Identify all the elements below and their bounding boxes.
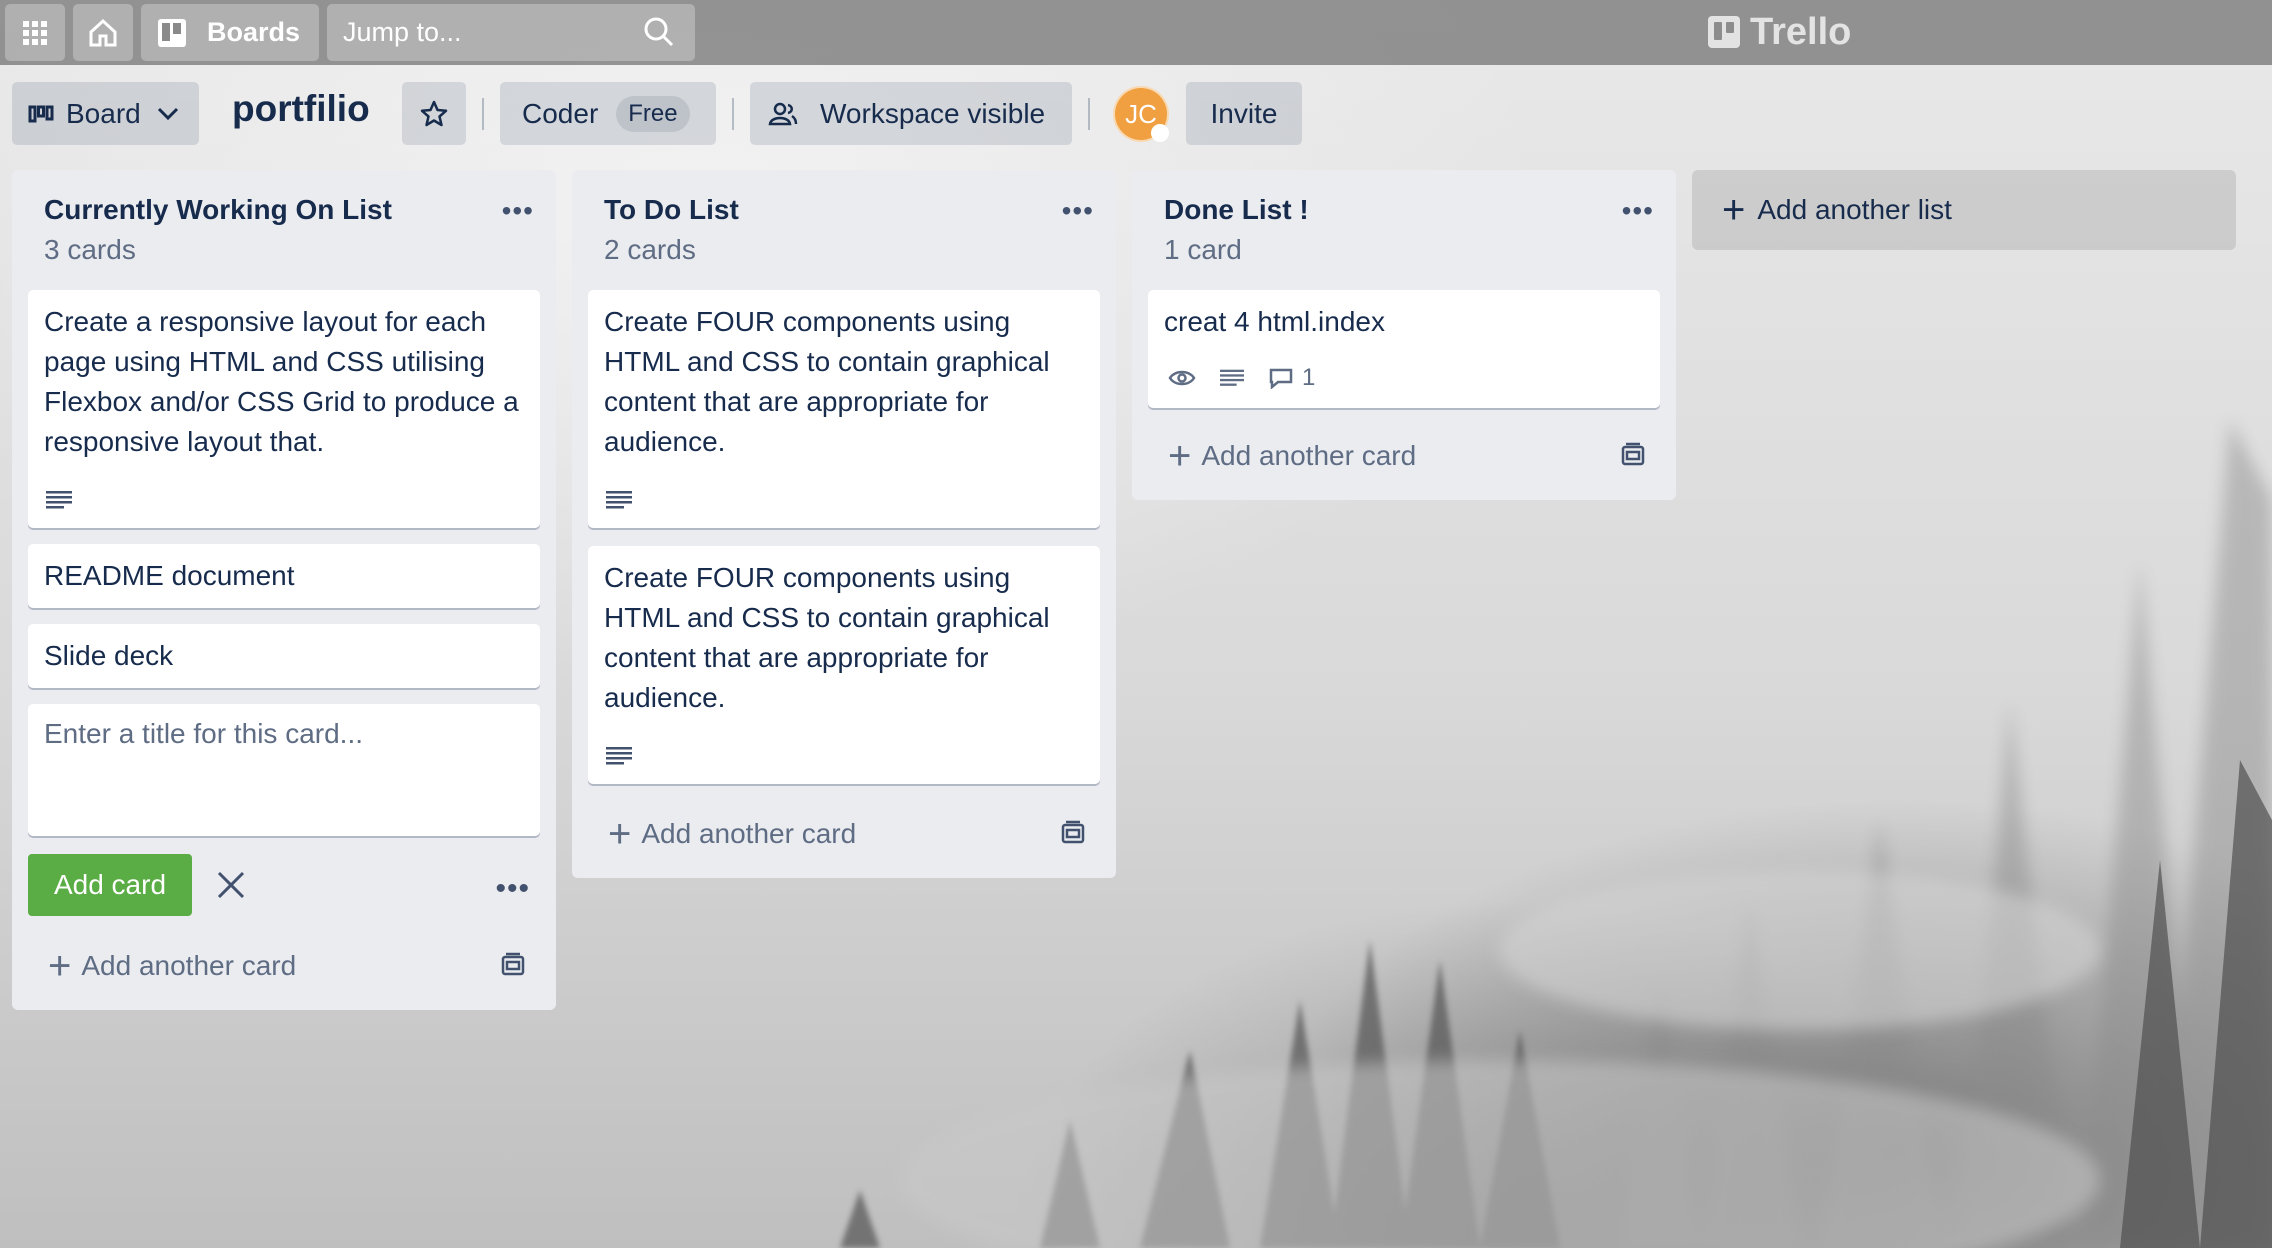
board-title[interactable]: portfilio [232,88,370,130]
plus-icon: + [1168,434,1192,478]
add-another-card-button[interactable]: + Add another card [48,944,297,988]
close-icon[interactable] [216,870,246,900]
workspace-button[interactable]: Coder Free [500,82,716,145]
avatar-initials: JC [1125,98,1157,129]
plus-icon: + [608,812,632,856]
card-title: README document [44,560,295,591]
list-card-count: 1 card [1164,234,1242,265]
list-title[interactable]: Currently Working On List [44,194,392,226]
comment-count: 1 [1302,364,1316,391]
list-to-do: To Do List 2 cards ••• Create FOUR compo… [572,170,1116,878]
card-title-input[interactable] [28,704,540,836]
visibility-label: Workspace visible [820,97,1046,129]
add-card-button[interactable]: Add card [28,854,192,916]
card-title: Create FOUR components using HTML and CS… [604,306,1050,457]
trello-logo-icon [1708,16,1740,48]
apps-grid-icon [23,20,47,45]
card-template-icon[interactable] [1060,820,1086,846]
add-another-card-button[interactable]: + Add another card [608,812,857,856]
header-divider [482,98,484,130]
list-done: Done List ! 1 card ••• creat 4 html.inde… [1132,170,1676,500]
more-icon[interactable]: ••• [1622,197,1654,225]
invite-button[interactable]: Invite [1186,82,1302,145]
workspace-name: Coder [522,97,599,129]
admin-badge-icon [1151,124,1169,142]
board-view-label: Board [66,97,141,129]
list-card-count: 2 cards [604,234,696,265]
card-title: Slide deck [44,640,174,671]
board-view-switcher[interactable]: Board [12,82,199,145]
card-template-icon[interactable] [1620,442,1646,468]
boards-button[interactable]: Boards [141,4,319,61]
add-another-list-label: Add another list [1757,194,1952,225]
list-card[interactable]: README document [28,544,540,608]
list-card-count: 3 cards [44,234,136,265]
star-icon [420,100,448,126]
list-card[interactable]: Create a responsive layout for each page… [28,290,540,528]
list-card[interactable]: creat 4 html.index 1 [1148,290,1660,408]
invite-label: Invite [1210,97,1278,129]
comment-badge: 1 [1268,358,1315,398]
card-composer[interactable] [28,704,540,836]
add-card-label: Add card [53,869,167,900]
description-icon [606,747,632,765]
more-icon[interactable]: ••• [1062,197,1094,225]
member-avatar[interactable]: JC [1113,86,1169,142]
global-header: Boards Trello [0,0,2272,65]
card-badges: 1 [1168,358,1339,398]
visibility-button[interactable]: Workspace visible [750,82,1072,145]
card-title: Create a responsive layout for each page… [44,306,519,457]
search-input[interactable] [343,17,633,48]
home-icon [89,18,117,46]
plus-icon: + [1722,188,1746,232]
more-icon[interactable]: ••• [495,874,530,904]
boards-icon [158,18,186,47]
trello-logo[interactable]: Trello [1708,6,1851,58]
comment-icon [1269,368,1293,389]
description-icon [1220,369,1244,386]
brand-name: Trello [1750,10,1852,53]
header-divider [1088,98,1090,130]
add-another-card-button[interactable]: + Add another card [1168,434,1417,478]
list-card[interactable]: Create FOUR components using HTML and CS… [588,290,1100,528]
board-view-icon [28,105,54,122]
plan-badge: Free [616,95,690,132]
boards-label: Boards [207,17,301,47]
header-divider [732,98,734,130]
add-another-list-button[interactable]: + Add another list [1692,170,2236,250]
list-currently-working-on: Currently Working On List 3 cards ••• Cr… [12,170,556,1010]
list-card[interactable]: Create FOUR components using HTML and CS… [588,546,1100,784]
search-icon[interactable] [643,16,675,48]
more-icon[interactable]: ••• [502,197,534,225]
list-card[interactable]: Slide deck [28,624,540,688]
list-title[interactable]: Done List ! [1164,194,1309,226]
watch-icon [1168,370,1196,386]
card-title: Create FOUR components using HTML and CS… [604,562,1050,713]
apps-button[interactable] [5,4,65,61]
description-icon [606,491,632,509]
workspace-visible-icon [768,102,798,125]
home-button[interactable] [73,4,133,61]
description-icon [46,491,72,509]
add-another-card-label: Add another card [81,950,297,981]
list-title[interactable]: To Do List [604,194,739,226]
plus-icon: + [48,944,72,988]
add-another-card-label: Add another card [1201,440,1417,471]
card-title: creat 4 html.index [1164,306,1385,337]
add-another-card-label: Add another card [641,818,857,849]
jump-to-search[interactable] [327,4,695,61]
chevron-down-icon [157,107,178,120]
card-template-icon[interactable] [500,952,526,978]
star-board-button[interactable] [402,82,466,145]
